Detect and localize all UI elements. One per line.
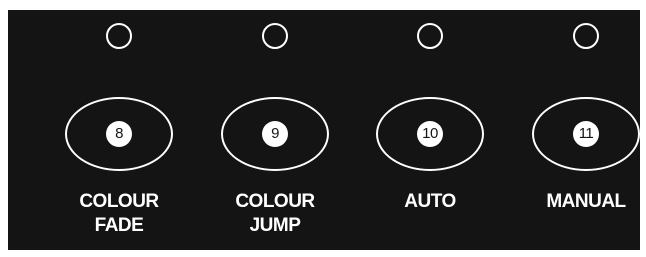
colour-jump-control: 9 COLOUR JUMP <box>215 10 335 250</box>
auto-label: AUTO <box>370 190 490 214</box>
label-line-1: MANUAL <box>546 191 626 212</box>
label-line-2: FADE <box>94 215 144 236</box>
auto-control: 10 AUTO <box>370 10 490 250</box>
label-line-1: AUTO <box>404 191 456 212</box>
manual-button[interactable]: 11 <box>532 97 640 171</box>
colour-jump-indicator-led <box>262 23 288 49</box>
manual-control: 11 MANUAL <box>526 10 646 250</box>
manual-label: MANUAL <box>526 190 646 214</box>
auto-indicator-led <box>417 23 443 49</box>
label-line-2: JUMP <box>249 215 301 236</box>
label-line-1: COLOUR <box>79 191 159 212</box>
colour-jump-label: COLOUR JUMP <box>215 190 335 238</box>
manual-indicator-led <box>573 23 599 49</box>
auto-button[interactable]: 10 <box>376 97 484 171</box>
button-number-badge: 8 <box>106 121 132 147</box>
button-number-badge: 9 <box>262 121 288 147</box>
colour-fade-button[interactable]: 8 <box>65 97 173 171</box>
colour-jump-button[interactable]: 9 <box>221 97 329 171</box>
label-line-1: COLOUR <box>235 191 315 212</box>
button-number-badge: 10 <box>417 121 443 147</box>
colour-fade-indicator-led <box>106 23 132 49</box>
control-panel: 8 COLOUR FADE 9 COLOUR JUMP 10 AUTO 11 M <box>8 10 640 250</box>
colour-fade-control: 8 COLOUR FADE <box>59 10 179 250</box>
colour-fade-label: COLOUR FADE <box>59 190 179 238</box>
button-number-badge: 11 <box>573 121 599 147</box>
